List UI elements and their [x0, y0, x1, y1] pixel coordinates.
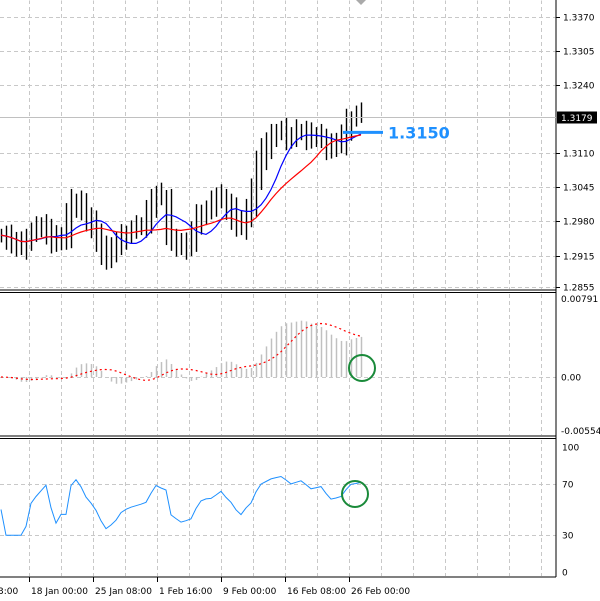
trading-chart-window: 1.3370 1.3305 1.3240 1.3110 1.3045 1.2980 1.29…	[0, 0, 600, 601]
x-tick-label: 26 Feb 00:00	[351, 587, 410, 597]
price-bars	[0, 102, 363, 270]
highlight-circle-rsi	[341, 480, 369, 508]
y-tick-label: 1.3110	[563, 150, 595, 160]
x-tick-label: 3:00	[0, 587, 18, 597]
x-tick-label: 25 Jan 08:00	[95, 587, 152, 597]
macd-tick-label: -0.00554	[561, 427, 600, 437]
y-tick-label: 1.2915	[563, 253, 595, 263]
moving-average-line	[0, 134, 362, 243]
rsi-tick-label: 100	[562, 444, 579, 454]
macd-tick-label: 0.00	[561, 374, 581, 384]
y-tick-label: 1.2855	[563, 284, 595, 294]
moving-averages	[0, 133, 362, 244]
x-tick-label: 1 Feb 16:00	[159, 587, 213, 597]
y-tick-label: 1.3045	[563, 184, 595, 194]
macd-tick-label: 0.00791	[561, 295, 598, 305]
rsi-tick-label: 0	[562, 569, 568, 579]
x-tick-label: 18 Jan 00:00	[31, 587, 88, 597]
rsi-tick-label: 70	[562, 481, 574, 491]
grid	[0, 0, 556, 576]
price-level-label: 1.3150	[388, 123, 450, 142]
macd-indicator	[0, 320, 363, 384]
x-tick-label: 9 Feb 00:00	[223, 587, 277, 597]
annotations: 1.3179 1.3150	[0, 111, 597, 508]
current-price-label: 1.3179	[561, 114, 593, 124]
x-tick-label: 16 Feb 08:00	[287, 587, 346, 597]
y-tick-label: 1.3305	[563, 48, 595, 58]
rsi-indicator	[0, 475, 362, 536]
y-tick-label: 1.3370	[563, 14, 595, 24]
rsi-tick-label: 30	[562, 532, 574, 542]
y-tick-label: 1.3240	[563, 82, 595, 92]
shift-marker-icon[interactable]	[356, 0, 366, 5]
rsi-line	[0, 475, 362, 536]
y-tick-label: 1.2980	[563, 218, 595, 228]
moving-average-line	[0, 133, 362, 244]
chart-canvas[interactable]: 1.3370 1.3305 1.3240 1.3110 1.3045 1.2980 1.29…	[0, 0, 600, 601]
